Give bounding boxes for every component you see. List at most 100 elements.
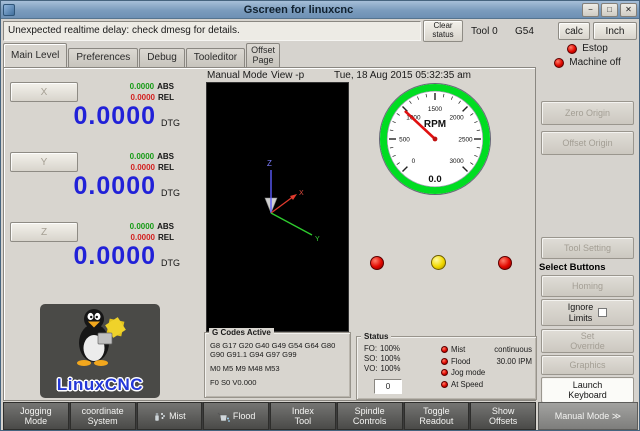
svg-text:1500: 1500 bbox=[428, 106, 443, 113]
spindle-gauge: RPM 0.0 050010001500200025003000 bbox=[376, 82, 494, 200]
spindle-gauge-svg: RPM 0.0 050010001500200025003000 bbox=[376, 82, 494, 200]
tool-readout: Tool 0 bbox=[471, 26, 498, 37]
axis-block-x: X 0.0000ABS 0.0000REL 0.0000 DTG bbox=[4, 82, 204, 152]
z-axis-label: Z bbox=[267, 159, 272, 168]
svg-text:2000: 2000 bbox=[449, 115, 464, 122]
coordinate-system-button[interactable]: coordinate System bbox=[70, 402, 136, 430]
axis-z-abs-value: 0.0000 bbox=[130, 222, 154, 231]
x-axis-label: X bbox=[299, 190, 304, 197]
gauge-title: RPM bbox=[424, 119, 446, 130]
axis-x-dtg-value: 0.0000 bbox=[12, 102, 156, 131]
x-axis-arrow bbox=[290, 194, 297, 200]
zero-origin-button[interactable]: Zero Origin bbox=[541, 101, 634, 125]
feed-line: F0 S0 V0.000 bbox=[210, 378, 346, 387]
panel-led-right bbox=[498, 256, 512, 270]
close-button[interactable]: ✕ bbox=[620, 3, 637, 17]
mcode-line: M0 M5 M9 M48 M53 bbox=[210, 364, 346, 373]
tab-offset-page[interactable]: Offset Page bbox=[246, 43, 280, 67]
gcodes-frame: G Codes Active G8 G17 G20 G40 G49 G54 G6… bbox=[204, 332, 351, 398]
flood-button-label: Flood bbox=[233, 411, 256, 421]
axis-x-abs-value: 0.0000 bbox=[130, 82, 154, 91]
gremlin-canvas[interactable]: Z X Y bbox=[206, 82, 349, 332]
launch-keyboard-button[interactable]: Launch Keyboard bbox=[541, 377, 634, 403]
panel-led-left bbox=[370, 256, 384, 270]
flood-label: Flood bbox=[451, 357, 471, 366]
mode-label: Manual Mode bbox=[207, 70, 268, 81]
toggle-readout-button[interactable]: Toggle Readout bbox=[404, 402, 470, 430]
tool-setting-button[interactable]: Tool Setting bbox=[541, 237, 634, 259]
maximize-button[interactable]: □ bbox=[601, 3, 618, 17]
index-tool-button[interactable]: Index Tool bbox=[270, 402, 336, 430]
offset-origin-button[interactable]: Offset Origin bbox=[541, 131, 634, 155]
abs-label: ABS bbox=[157, 152, 174, 161]
datetime-label: Tue, 18 Aug 2015 05:32:35 am bbox=[334, 70, 471, 81]
tab-tooleditor[interactable]: Tooleditor bbox=[186, 48, 245, 67]
titlebar[interactable]: Gscreen for linuxcnc − □ ✕ bbox=[1, 1, 639, 19]
axis-z-button[interactable]: Z bbox=[10, 222, 78, 242]
tab-debug[interactable]: Debug bbox=[139, 48, 184, 67]
fo-label: FO: bbox=[364, 344, 377, 353]
machine-off-toggle[interactable]: Machine off bbox=[536, 56, 639, 69]
svg-text:500: 500 bbox=[399, 136, 410, 143]
status-frame: Status FO:100% SO:100% VO:100% 0 Mistcon… bbox=[356, 336, 537, 400]
gcodes-title: G Codes Active bbox=[209, 328, 274, 337]
jogging-mode-button[interactable]: Jogging Mode bbox=[3, 402, 69, 430]
axis-x-button[interactable]: X bbox=[10, 82, 78, 102]
jog-mode-led bbox=[441, 369, 448, 376]
estop-toggle[interactable]: Estop bbox=[536, 42, 639, 55]
axis-z-readouts: 0.0000ABS 0.0000REL bbox=[88, 221, 174, 243]
indicator-jog-mode: Jog mode bbox=[441, 367, 532, 379]
axis-x-rel-value: 0.0000 bbox=[131, 93, 155, 102]
at-speed-led bbox=[441, 381, 448, 388]
graphics-button[interactable]: Graphics bbox=[541, 355, 634, 375]
show-offsets-button[interactable]: Show Offsets bbox=[470, 402, 536, 430]
minimize-button[interactable]: − bbox=[582, 3, 599, 17]
indicator-flood: Flood 30.00 IPM bbox=[441, 356, 532, 368]
calc-button[interactable]: calc bbox=[558, 22, 590, 40]
tab-main-level[interactable]: Main Level bbox=[3, 43, 67, 67]
index-tool-label: Index Tool bbox=[292, 406, 314, 427]
spindle-controls-button[interactable]: Spindle Controls bbox=[337, 402, 403, 430]
homing-button[interactable]: Homing bbox=[541, 275, 634, 297]
svg-text:3000: 3000 bbox=[449, 158, 464, 165]
set-override-button[interactable]: Set Override bbox=[541, 329, 634, 353]
view-label: View -p bbox=[271, 70, 304, 81]
axis-block-z: Z 0.0000ABS 0.0000REL 0.0000 DTG bbox=[4, 222, 204, 292]
axis-y-button[interactable]: Y bbox=[10, 152, 78, 172]
jog-mode-label: Jog mode bbox=[451, 368, 485, 377]
mist-led bbox=[441, 346, 448, 353]
penguin-logo-icon bbox=[68, 306, 132, 366]
statusbar-message: Unexpected realtime delay: check dmesg f… bbox=[3, 21, 421, 41]
ignore-limits-toggle[interactable]: Ignore Limits bbox=[541, 299, 634, 326]
vo-value: 100% bbox=[380, 364, 400, 373]
linuxcnc-wordmark: LinuxCNC bbox=[57, 375, 143, 395]
panel-led-center bbox=[431, 255, 446, 270]
manual-mode-button[interactable]: Manual Mode ≫ bbox=[538, 402, 638, 430]
axis-block-y: Y 0.0000ABS 0.0000REL 0.0000 DTG bbox=[4, 152, 204, 222]
flood-icon bbox=[217, 410, 230, 423]
sidebar: Estop Machine off Zero Origin Offset Ori… bbox=[536, 41, 639, 431]
ignore-limits-label: Ignore Limits bbox=[568, 302, 594, 323]
estop-led bbox=[567, 44, 577, 54]
main-panel: X 0.0000ABS 0.0000REL 0.0000 DTG Y 0.000… bbox=[3, 67, 536, 401]
axis-x-readouts: 0.0000ABS 0.0000REL bbox=[88, 81, 174, 103]
units-button[interactable]: Inch bbox=[593, 22, 637, 40]
axis-z-rel-value: 0.0000 bbox=[131, 233, 155, 242]
counter-display: 0 bbox=[374, 379, 402, 394]
fo-value: 100% bbox=[380, 344, 400, 353]
indicator-rows: Mistcontinuous Flood30.00 IPM Jog mode A… bbox=[441, 344, 532, 390]
clear-status-button[interactable]: Clear status bbox=[423, 20, 463, 42]
estop-label: Estop bbox=[582, 43, 608, 54]
flood-button[interactable]: Flood bbox=[203, 402, 269, 430]
mist-button[interactable]: Mist bbox=[137, 402, 203, 430]
flood-value: 30.00 IPM bbox=[496, 357, 532, 366]
tab-preferences[interactable]: Preferences bbox=[68, 48, 138, 67]
linuxcnc-logo: LinuxCNC bbox=[40, 304, 160, 398]
mist-value: continuous bbox=[494, 345, 532, 354]
status-title: Status bbox=[361, 332, 391, 341]
show-offsets-label: Show Offsets bbox=[489, 406, 517, 427]
notebook-tabs: Main Level Preferences Debug Tooleditor … bbox=[3, 43, 281, 67]
gcode-line-2: G90 G91.1 G94 G97 G99 bbox=[210, 350, 346, 359]
rel-label: REL bbox=[158, 93, 174, 102]
select-buttons-label: Select Buttons bbox=[539, 262, 606, 273]
